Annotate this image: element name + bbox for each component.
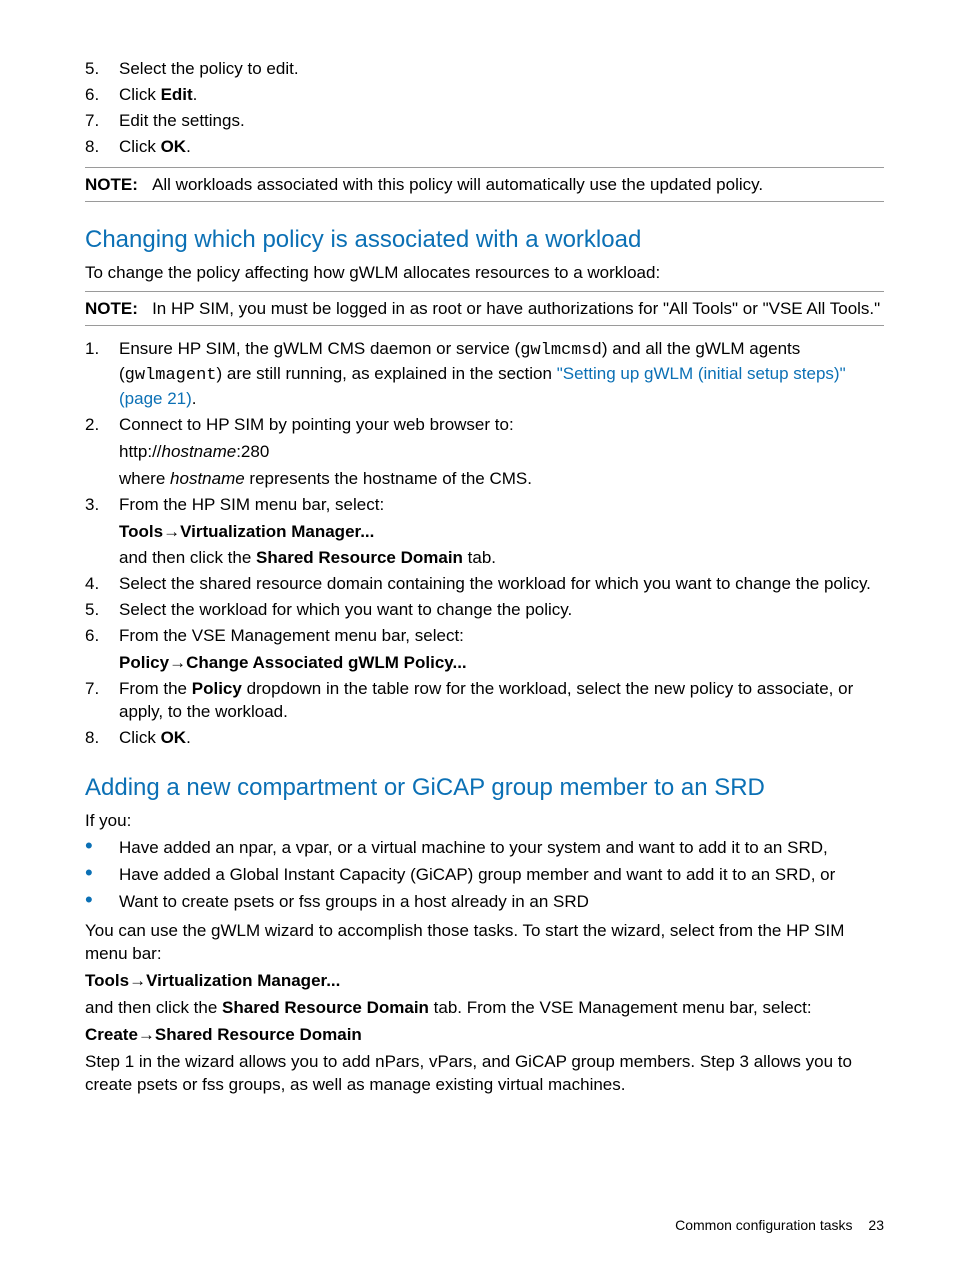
list-item: 7. From the Policy dropdown in the table… (85, 678, 884, 724)
step-number: 3. (85, 494, 119, 571)
step-text: Select the policy to edit. (119, 58, 884, 81)
step-number: 4. (85, 573, 119, 596)
divider (85, 167, 884, 168)
list-item: 5. Select the workload for which you wan… (85, 599, 884, 622)
step-number: 5. (85, 58, 119, 81)
divider (85, 201, 884, 202)
bullet-icon: • (85, 864, 119, 887)
note-box: NOTE: In HP SIM, you must be logged in a… (85, 291, 884, 326)
bullet-text: Have added a Global Instant Capacity (Gi… (119, 864, 884, 887)
step-text: Connect to HP SIM by pointing your web b… (119, 414, 884, 491)
bullet-icon: • (85, 837, 119, 860)
list-item: 5. Select the policy to edit. (85, 58, 884, 81)
note-text: NOTE: In HP SIM, you must be logged in a… (85, 298, 884, 321)
step-text: From the Policy dropdown in the table ro… (119, 678, 884, 724)
list-item: 7. Edit the settings. (85, 110, 884, 133)
step-text: From the VSE Management menu bar, select… (119, 625, 884, 675)
note-label: NOTE: (85, 299, 138, 318)
section-intro: To change the policy affecting how gWLM … (85, 262, 884, 285)
step-number: 6. (85, 625, 119, 675)
note-label: NOTE: (85, 175, 138, 194)
list-item: 3. From the HP SIM menu bar, select: Too… (85, 494, 884, 571)
step-number: 8. (85, 727, 119, 750)
section-heading: Adding a new compartment or GiCAP group … (85, 772, 884, 804)
bullet-icon: • (85, 891, 119, 914)
note-box: NOTE: All workloads associated with this… (85, 167, 884, 202)
step-text: Edit the settings. (119, 110, 884, 133)
menu-path: Tools→Virtualization Manager... (85, 970, 884, 993)
divider (85, 291, 884, 292)
paragraph: Step 1 in the wizard allows you to add n… (85, 1051, 884, 1097)
bullet-text: Have added an npar, a vpar, or a virtual… (119, 837, 884, 860)
step-number: 8. (85, 136, 119, 159)
step-text: From the HP SIM menu bar, select: Tools→… (119, 494, 884, 571)
step-text: Click OK. (119, 136, 884, 159)
list-item: • Have added an npar, a vpar, or a virtu… (85, 837, 884, 860)
top-steps-list: 5. Select the policy to edit. 6. Click E… (85, 58, 884, 159)
step-text: Click OK. (119, 727, 884, 750)
page-footer: Common configuration tasks 23 (675, 1216, 884, 1235)
section1-steps: 1. Ensure HP SIM, the gWLM CMS daemon or… (85, 338, 884, 750)
bullet-text: Want to create psets or fss groups in a … (119, 891, 884, 914)
step-text: Select the shared resource domain contai… (119, 573, 884, 596)
section-intro: If you: (85, 810, 884, 833)
note-text: NOTE: All workloads associated with this… (85, 174, 884, 197)
step-number: 6. (85, 84, 119, 107)
menu-path: Policy→Change Associated gWLM Policy... (119, 652, 884, 675)
page-number: 23 (868, 1217, 884, 1233)
section-heading: Changing which policy is associated with… (85, 224, 884, 256)
list-item: 8. Click OK. (85, 727, 884, 750)
paragraph: You can use the gWLM wizard to accomplis… (85, 920, 884, 966)
bullet-list: • Have added an npar, a vpar, or a virtu… (85, 837, 884, 914)
step-text: Click Edit. (119, 84, 884, 107)
step-number: 7. (85, 110, 119, 133)
page: 5. Select the policy to edit. 6. Click E… (0, 0, 954, 1271)
list-item: 1. Ensure HP SIM, the gWLM CMS daemon or… (85, 338, 884, 411)
step-number: 7. (85, 678, 119, 724)
list-item: • Want to create psets or fss groups in … (85, 891, 884, 914)
step-number: 2. (85, 414, 119, 491)
step-number: 5. (85, 599, 119, 622)
step-number: 1. (85, 338, 119, 411)
step-text: Ensure HP SIM, the gWLM CMS daemon or se… (119, 338, 884, 411)
menu-path: Create→Shared Resource Domain (85, 1024, 884, 1047)
list-item: 6. Click Edit. (85, 84, 884, 107)
list-item: 2. Connect to HP SIM by pointing your we… (85, 414, 884, 491)
step-text: Select the workload for which you want t… (119, 599, 884, 622)
list-item: 8. Click OK. (85, 136, 884, 159)
list-item: 6. From the VSE Management menu bar, sel… (85, 625, 884, 675)
menu-path: Tools→Virtualization Manager... (119, 521, 884, 544)
paragraph: and then click the Shared Resource Domai… (85, 997, 884, 1020)
footer-title: Common configuration tasks (675, 1217, 852, 1233)
list-item: 4. Select the shared resource domain con… (85, 573, 884, 596)
list-item: • Have added a Global Instant Capacity (… (85, 864, 884, 887)
divider (85, 325, 884, 326)
